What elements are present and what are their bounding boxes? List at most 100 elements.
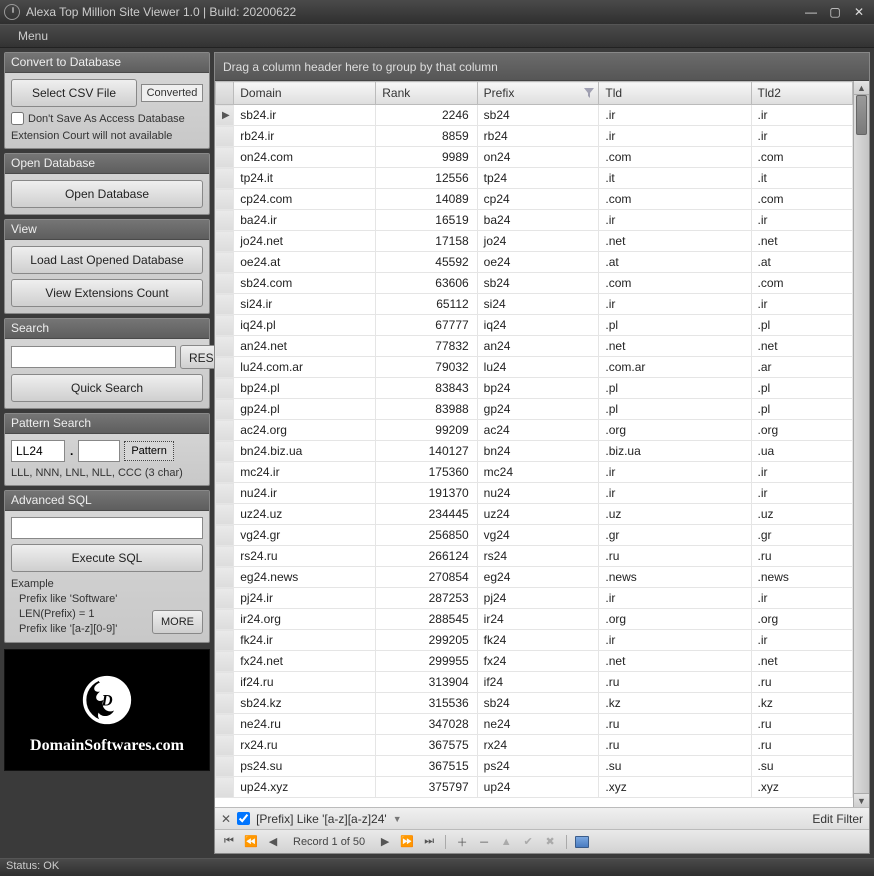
row-handle[interactable] xyxy=(216,462,234,483)
nav-cancel-icon[interactable]: ✖ xyxy=(542,835,558,848)
table-row[interactable]: si24.ir65112si24.ir.ir xyxy=(216,294,853,315)
scroll-up-icon[interactable]: ▲ xyxy=(854,81,869,95)
minimize-button[interactable]: — xyxy=(800,4,822,20)
table-row[interactable]: ps24.su367515ps24.su.su xyxy=(216,756,853,777)
row-handle[interactable] xyxy=(216,378,234,399)
nav-prev-icon[interactable]: ◀ xyxy=(265,835,281,848)
table-row[interactable]: sb24.kz315536sb24.kz.kz xyxy=(216,693,853,714)
scroll-down-icon[interactable]: ▼ xyxy=(854,793,869,807)
row-handle[interactable] xyxy=(216,336,234,357)
table-row[interactable]: ba24.ir16519ba24.ir.ir xyxy=(216,210,853,231)
table-row[interactable]: cp24.com14089cp24.com.com xyxy=(216,189,853,210)
table-row[interactable]: bp24.pl83843bp24.pl.pl xyxy=(216,378,853,399)
row-handle[interactable] xyxy=(216,483,234,504)
pattern-input-1[interactable] xyxy=(11,440,65,462)
table-row[interactable]: rx24.ru367575rx24.ru.ru xyxy=(216,735,853,756)
nav-nextpage-icon[interactable]: ⏩ xyxy=(399,835,415,848)
row-handle[interactable] xyxy=(216,420,234,441)
row-handle[interactable] xyxy=(216,546,234,567)
view-ext-count-button[interactable]: View Extensions Count xyxy=(11,279,203,307)
filter-icon[interactable] xyxy=(584,87,594,97)
row-handle[interactable] xyxy=(216,735,234,756)
row-handle[interactable] xyxy=(216,231,234,252)
column-header-tld2[interactable]: Tld2 xyxy=(751,82,852,105)
table-row[interactable]: an24.net77832an24.net.net xyxy=(216,336,853,357)
nav-first-icon[interactable]: ⏮ xyxy=(221,835,237,848)
row-handle[interactable] xyxy=(216,588,234,609)
table-row[interactable]: ▶sb24.ir2246sb24.ir.ir xyxy=(216,105,853,126)
row-handle[interactable] xyxy=(216,567,234,588)
select-csv-button[interactable]: Select CSV File xyxy=(11,79,137,107)
row-handle[interactable] xyxy=(216,189,234,210)
row-handle[interactable] xyxy=(216,315,234,336)
row-handle[interactable] xyxy=(216,651,234,672)
row-handle[interactable] xyxy=(216,756,234,777)
table-row[interactable]: on24.com9989on24.com.com xyxy=(216,147,853,168)
filter-dropdown-icon[interactable]: ▼ xyxy=(393,814,402,824)
row-handle[interactable] xyxy=(216,273,234,294)
row-handle[interactable] xyxy=(216,399,234,420)
table-row[interactable]: rs24.ru266124rs24.ru.ru xyxy=(216,546,853,567)
row-handle[interactable] xyxy=(216,357,234,378)
nav-commit-icon[interactable]: ✔ xyxy=(520,835,536,848)
nav-remove-icon[interactable]: － xyxy=(476,834,492,850)
quick-search-button[interactable]: Quick Search xyxy=(11,374,203,402)
row-handle[interactable] xyxy=(216,525,234,546)
column-header-domain[interactable]: Domain xyxy=(234,82,376,105)
nav-bookmark-icon[interactable] xyxy=(575,836,589,848)
column-header-prefix[interactable]: Prefix xyxy=(477,82,599,105)
row-handle[interactable] xyxy=(216,693,234,714)
open-database-button[interactable]: Open Database xyxy=(11,180,203,208)
row-handle[interactable] xyxy=(216,126,234,147)
table-row[interactable]: mc24.ir175360mc24.ir.ir xyxy=(216,462,853,483)
table-row[interactable]: pj24.ir287253pj24.ir.ir xyxy=(216,588,853,609)
load-last-db-button[interactable]: Load Last Opened Database xyxy=(11,246,203,274)
row-handle[interactable] xyxy=(216,777,234,798)
table-row[interactable]: lu24.com.ar79032lu24.com.ar.ar xyxy=(216,357,853,378)
table-row[interactable]: oe24.at45592oe24.at.at xyxy=(216,252,853,273)
table-row[interactable]: eg24.news270854eg24.news.news xyxy=(216,567,853,588)
nav-add-icon[interactable]: ＋ xyxy=(454,834,470,850)
maximize-button[interactable]: ▢ xyxy=(824,4,846,20)
table-row[interactable]: ir24.org288545ir24.org.org xyxy=(216,609,853,630)
menu-main[interactable]: Menu xyxy=(10,27,56,45)
row-handle[interactable] xyxy=(216,609,234,630)
row-handle[interactable] xyxy=(216,504,234,525)
sql-input[interactable] xyxy=(11,517,203,539)
table-row[interactable]: ne24.ru347028ne24.ru.ru xyxy=(216,714,853,735)
dont-save-checkbox-input[interactable] xyxy=(11,112,24,125)
table-row[interactable]: uz24.uz234445uz24.uz.uz xyxy=(216,504,853,525)
row-handle[interactable] xyxy=(216,252,234,273)
close-button[interactable]: ✕ xyxy=(848,4,870,20)
row-handle[interactable] xyxy=(216,630,234,651)
row-handle[interactable] xyxy=(216,168,234,189)
data-grid[interactable]: DomainRankPrefixTldTld2 ▶sb24.ir2246sb24… xyxy=(215,81,853,807)
execute-sql-button[interactable]: Execute SQL xyxy=(11,544,203,572)
row-handle[interactable] xyxy=(216,714,234,735)
table-row[interactable]: ac24.org99209ac24.org.org xyxy=(216,420,853,441)
column-header-rank[interactable]: Rank xyxy=(376,82,477,105)
table-row[interactable]: rb24.ir8859rb24.ir.ir xyxy=(216,126,853,147)
table-row[interactable]: up24.xyz375797up24.xyz.xyz xyxy=(216,777,853,798)
table-row[interactable]: bn24.biz.ua140127bn24.biz.ua.ua xyxy=(216,441,853,462)
table-row[interactable]: vg24.gr256850vg24.gr.gr xyxy=(216,525,853,546)
table-row[interactable]: jo24.net17158jo24.net.net xyxy=(216,231,853,252)
pattern-button[interactable]: Pattern xyxy=(124,441,173,461)
table-row[interactable]: sb24.com63606sb24.com.com xyxy=(216,273,853,294)
table-row[interactable]: fk24.ir299205fk24.ir.ir xyxy=(216,630,853,651)
dont-save-checkbox[interactable]: Don't Save As Access Database xyxy=(11,112,203,125)
row-handle[interactable]: ▶ xyxy=(216,105,234,126)
row-handle[interactable] xyxy=(216,672,234,693)
table-row[interactable]: iq24.pl67777iq24.pl.pl xyxy=(216,315,853,336)
row-handle[interactable] xyxy=(216,147,234,168)
row-handle[interactable] xyxy=(216,441,234,462)
row-handle[interactable] xyxy=(216,210,234,231)
filter-enabled-checkbox[interactable] xyxy=(237,812,250,825)
scroll-thumb[interactable] xyxy=(856,95,867,135)
search-input[interactable] xyxy=(11,346,176,368)
edit-filter-link[interactable]: Edit Filter xyxy=(812,812,863,826)
table-row[interactable]: nu24.ir191370nu24.ir.ir xyxy=(216,483,853,504)
table-row[interactable]: gp24.pl83988gp24.pl.pl xyxy=(216,399,853,420)
nav-edit-icon[interactable]: ▲ xyxy=(498,836,514,848)
nav-prevpage-icon[interactable]: ⏪ xyxy=(243,835,259,848)
